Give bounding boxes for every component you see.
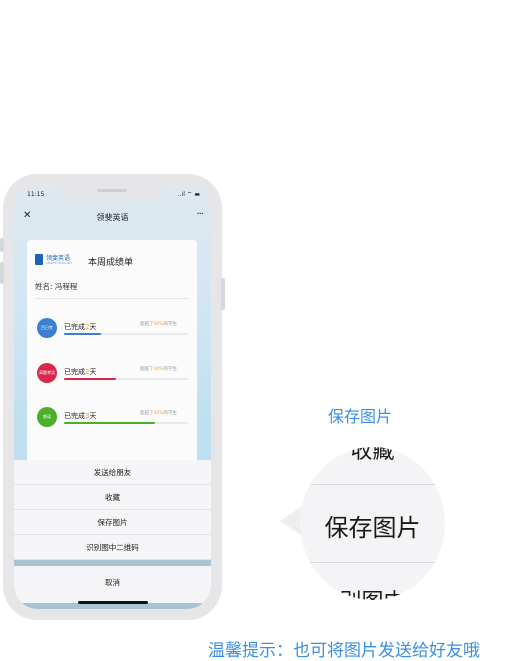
row-progress-track [64,333,188,335]
nav-bar: ✕ 领斐英语 ··· [14,205,211,227]
row-completed-text: 已完成2天 [64,322,96,332]
row-stat-prefix: 超越了 [140,322,154,327]
sheet-item-send-to-friend[interactable]: 发送给朋友 [14,460,211,485]
status-icons: ..ıl ⌔ ▬ [177,191,200,198]
row-badge: 朗读 [37,407,57,427]
row-badge: 高题考试 [37,363,57,383]
magnifier-bottom-fragment: 识别图中二 [300,584,445,600]
phone-side-button [0,262,4,284]
row-progress-track [64,422,188,424]
student-name: 姓名: 冯程程 [35,282,78,291]
row-progress-fill [64,333,101,335]
phone-speaker [97,189,127,192]
row-text-prefix: 已完成 [64,412,85,420]
row-progress-fill [64,422,155,424]
row-stat: 超越了50%的学生 [140,321,177,327]
magnifier-divider [300,484,445,485]
row-text-suffix: 天 [89,412,97,420]
row-completed-text: 已完成3天 [64,411,96,421]
phone-screen: 11:15 ..ıl ⌔ ▬ ✕ 领斐英语 ··· 领斐英语 LINGFEI E… [14,185,211,609]
row-text-prefix: 已完成 [64,323,85,331]
sheet-item-scan-qr[interactable]: 识别图中二维码 [14,535,211,560]
phone-power-button [221,278,225,310]
row-text-suffix: 天 [89,323,97,331]
magnifier-save-image: 保存图片 [324,514,421,542]
row-stat-prefix: 超越了 [140,411,154,416]
row-pct: 40% [153,367,164,372]
row-stat-suffix: 的学生 [163,411,178,416]
row-progress-track [64,378,188,380]
action-sheet: 发送给朋友 收藏 保存图片 识别图中二维码 取消 [14,460,211,609]
magnifier-callout: 保存图片 [328,407,393,426]
tip-text: 温馨提示：也可将图片发送给好友哦 [208,641,480,661]
row-pct: 40% [153,411,164,416]
row-text-prefix: 已完成 [64,368,85,376]
phone-side-button [0,238,4,252]
row-badge: 百日考 [37,318,57,338]
row-stat: 超越了40%的学生 [140,366,177,372]
row-text-suffix: 天 [89,368,97,376]
row-stat-prefix: 超越了 [140,367,154,372]
nav-title: 领斐英语 [96,213,129,222]
home-indicator [78,601,148,604]
row-progress-fill [64,378,116,380]
sheet-item-favorite[interactable]: 收藏 [14,485,211,510]
phone-notch [59,185,166,200]
row-completed-text: 已完成2天 [64,367,96,377]
status-time: 11:15 [27,191,45,198]
row-stat: 超越了40%的学生 [140,410,177,416]
magnifier: 收藏 保存图片 识别图中二 [300,447,445,600]
magnifier-divider [300,562,445,563]
card-title: 本周成绩单 [88,258,134,268]
row-stat-suffix: 的学生 [163,322,178,327]
logo-icon [35,254,43,265]
more-icon[interactable]: ··· [196,209,203,220]
sheet-item-save-image[interactable]: 保存图片 [14,510,211,535]
sheet-cancel-button[interactable]: 取消 [14,566,211,603]
magnifier-top-fragment: 收藏 [350,447,395,464]
row-stat-suffix: 的学生 [163,367,178,372]
row-pct: 50% [153,322,164,327]
divider [35,298,189,299]
logo-subtext: LINGFEI ENGLISH [46,261,72,265]
